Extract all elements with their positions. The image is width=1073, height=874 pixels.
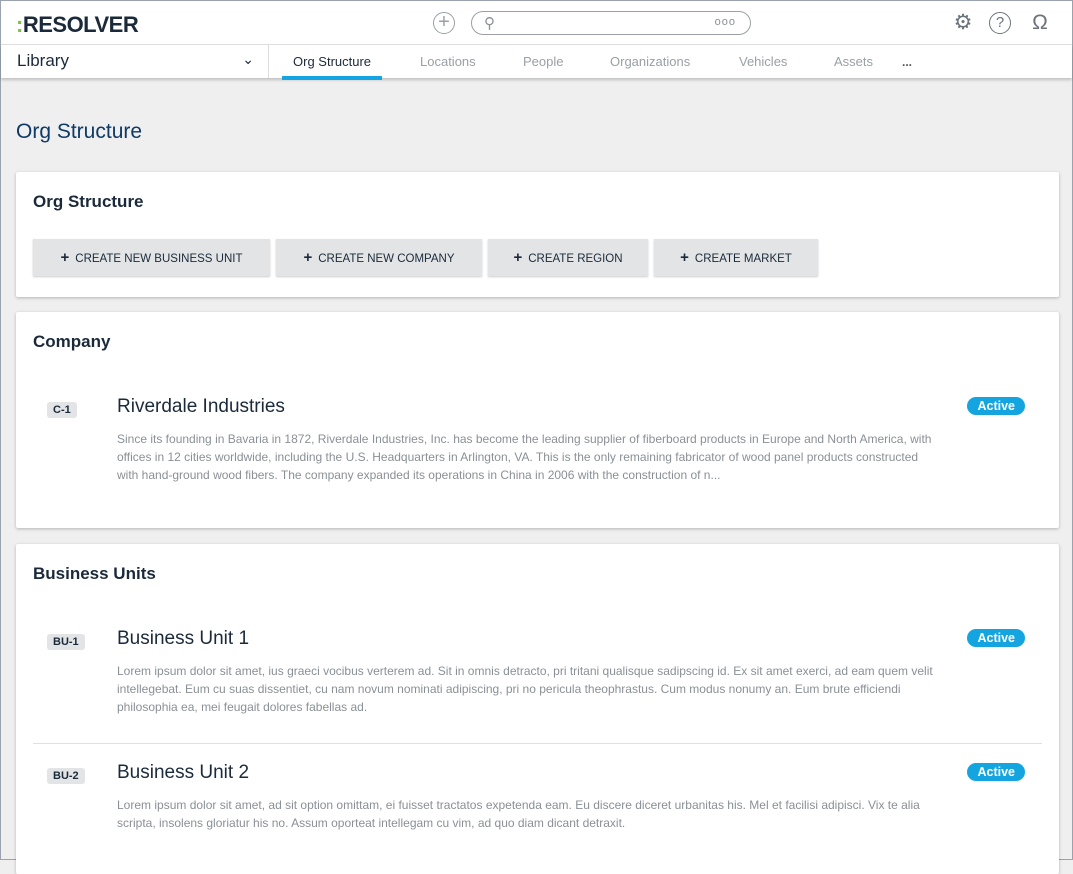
create-business-unit-button[interactable]: + CREATE NEW BUSINESS UNIT [33, 239, 270, 276]
page-title: Org Structure [16, 120, 143, 143]
tab-people[interactable]: People [523, 54, 563, 69]
search-options-icon[interactable]: ooo [715, 16, 736, 28]
status-badge: Active [967, 397, 1025, 415]
user-icon[interactable]: Ω [1028, 11, 1052, 35]
card-title: Org Structure [33, 192, 144, 211]
item-description: Lorem ipsum dolor sit amet, ius graeci v… [117, 664, 933, 714]
status-badge: Active [967, 629, 1025, 647]
tab-vehicles[interactable]: Vehicles [739, 54, 787, 69]
top-bar: :RESOLVER + ⚲ ooo ⚙ ? Ω [1, 1, 1072, 45]
library-dropdown[interactable]: Library ⌄ [1, 45, 269, 78]
tab-assets[interactable]: Assets [834, 54, 873, 69]
chevron-down-icon: ⌄ [242, 51, 254, 67]
search-icon: ⚲ [484, 15, 495, 32]
create-company-button[interactable]: + CREATE NEW COMPANY [276, 239, 482, 276]
create-market-button[interactable]: + CREATE MARKET [654, 239, 818, 276]
resolver-logo[interactable]: :RESOLVER [16, 12, 139, 38]
org-structure-card: Org Structure + CREATE NEW BUSINESS UNIT … [16, 172, 1059, 297]
list-item[interactable]: C-1 Riverdale Industries Since its found… [33, 396, 1043, 486]
item-description: Lorem ipsum dolor sit amet, ad sit optio… [117, 798, 920, 830]
item-title[interactable]: Business Unit 1 [117, 628, 249, 650]
add-icon[interactable]: + [433, 12, 455, 34]
id-badge: BU-1 [47, 634, 85, 650]
card-title: Company [33, 332, 111, 351]
item-title[interactable]: Riverdale Industries [117, 396, 285, 418]
list-item[interactable]: BU-1 Business Unit 1 Lorem ipsum dolor s… [33, 628, 1043, 718]
item-description: Since its founding in Bavaria in 1872, R… [117, 432, 932, 482]
id-badge: C-1 [47, 402, 77, 418]
card-title: Business Units [33, 564, 156, 583]
business-units-card: Business Units BU-1 Business Unit 1 Lore… [16, 544, 1059, 874]
nav-bar: Library ⌄ Org Structure Locations People … [1, 45, 1072, 80]
more-tabs-button[interactable]: ... [902, 55, 912, 69]
company-card: Company C-1 Riverdale Industries Since i… [16, 312, 1059, 528]
tab-locations[interactable]: Locations [420, 54, 476, 69]
id-badge: BU-2 [47, 768, 85, 784]
gear-icon[interactable]: ⚙ [951, 11, 975, 35]
help-icon[interactable]: ? [989, 12, 1011, 34]
search-input[interactable]: ⚲ ooo [471, 11, 751, 35]
status-badge: Active [967, 763, 1025, 781]
list-item[interactable]: BU-2 Business Unit 2 Lorem ipsum dolor s… [33, 762, 1043, 832]
item-title[interactable]: Business Unit 2 [117, 762, 249, 784]
tab-org-structure[interactable]: Org Structure [281, 54, 383, 80]
divider [33, 743, 1042, 744]
tab-organizations[interactable]: Organizations [610, 54, 690, 69]
create-region-button[interactable]: + CREATE REGION [488, 239, 648, 276]
